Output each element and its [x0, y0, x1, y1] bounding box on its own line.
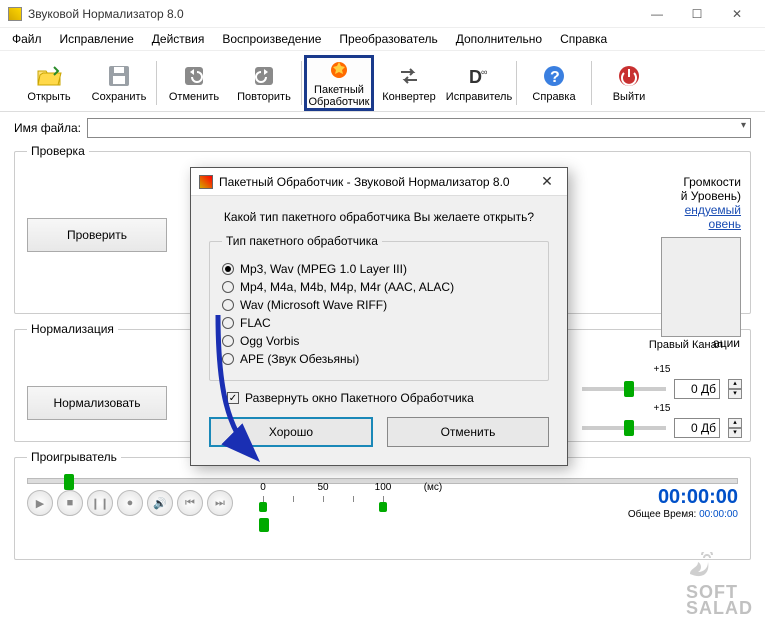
radio-ogg[interactable]: Ogg Vorbis: [222, 334, 536, 348]
dialog-icon: [199, 175, 213, 189]
radio-icon: [222, 335, 234, 347]
radio-icon: [222, 299, 234, 311]
ok-button[interactable]: Хорошо: [209, 417, 373, 447]
cancel-button[interactable]: Отменить: [387, 417, 549, 447]
radio-wav[interactable]: Wav (Microsoft Wave RIFF): [222, 298, 536, 312]
dialog-title: Пакетный Обработчик - Звуковой Нормализа…: [219, 175, 535, 189]
processor-type-group: Тип пакетного обработчика Mp3, Wav (MPEG…: [209, 234, 549, 381]
radio-flac[interactable]: FLAC: [222, 316, 536, 330]
radio-ape[interactable]: APE (Звук Обезьяны): [222, 352, 536, 366]
dialog-titlebar[interactable]: Пакетный Обработчик - Звуковой Нормализа…: [191, 168, 567, 196]
radio-icon: [222, 263, 234, 275]
radio-mp3[interactable]: Mp3, Wav (MPEG 1.0 Layer III): [222, 262, 536, 276]
dialog-prompt: Какой тип пакетного обработчика Вы желае…: [209, 210, 549, 224]
dialog-overlay: Пакетный Обработчик - Звуковой Нормализа…: [0, 0, 765, 626]
radio-icon: [222, 281, 234, 293]
expand-checkbox[interactable]: ✓Развернуть окно Пакетного Обработчика: [227, 391, 549, 405]
watermark: SOFTSALAD: [686, 552, 753, 616]
radio-icon: [222, 317, 234, 329]
dialog-close-button[interactable]: ✕: [535, 173, 559, 190]
checkbox-icon: ✓: [227, 392, 239, 404]
processor-type-legend: Тип пакетного обработчика: [222, 234, 382, 248]
radio-mp4[interactable]: Mp4, M4a, M4b, M4p, M4r (AAC, ALAC): [222, 280, 536, 294]
batch-dialog: Пакетный Обработчик - Звуковой Нормализа…: [190, 167, 568, 466]
radio-icon: [222, 353, 234, 365]
